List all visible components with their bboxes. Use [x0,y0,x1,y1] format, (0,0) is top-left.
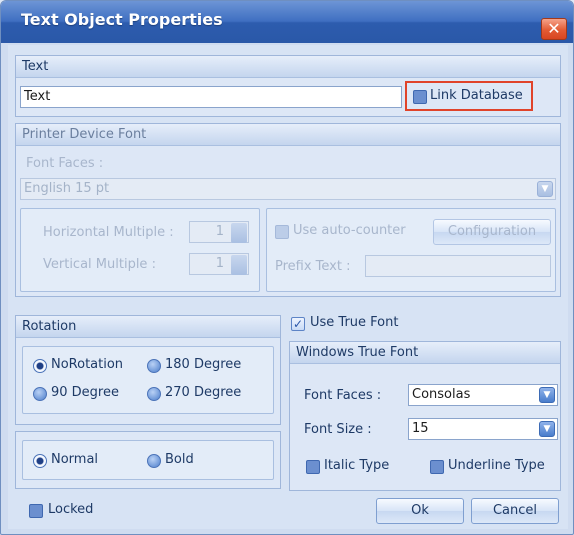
radio-270-degree[interactable] [147,387,161,401]
font-size-select[interactable]: 15 ▼ [408,418,558,440]
multiple-panel: Horizontal Multiple : 1 Vertical Multipl… [20,208,260,292]
horizontal-multiple-spinner[interactable]: 1 [189,221,249,243]
vertical-multiple-label: Vertical Multiple : [43,257,156,272]
link-database-checkbox[interactable] [413,90,427,104]
underline-type-checkbox[interactable] [430,460,444,474]
use-true-font-checkbox[interactable]: ✓ [291,317,305,331]
font-size-label: Font Size : [304,422,372,437]
no-rotation-label: NoRotation [51,357,124,372]
rotation-header: Rotation [16,316,280,338]
rotation-group: Rotation NoRotation 180 Degree 90 Degree… [15,315,281,425]
font-size-value: 15 [412,421,429,436]
true-font-faces-label: Font Faces : [304,388,382,403]
dialog-window: Text Object Properties ✕ Text Text Link … [0,0,574,535]
link-database-label: Link Database [430,88,523,103]
cancel-button[interactable]: Cancel [471,498,559,524]
prefix-text-label: Prefix Text : [275,259,351,274]
printer-font-faces-value: English 15 pt [24,181,110,196]
vertical-multiple-spinner[interactable]: 1 [189,253,249,275]
90-degree-label: 90 Degree [51,385,119,400]
configuration-button[interactable]: Configuration [433,219,551,245]
chevron-down-icon: ▼ [539,387,555,403]
ok-button[interactable]: Ok [376,498,464,524]
locked-label: Locked [48,502,94,517]
rotation-options-panel: NoRotation 180 Degree 90 Degree 270 Degr… [22,346,274,414]
use-auto-counter-label: Use auto-counter [293,223,406,238]
radio-no-rotation[interactable] [33,359,47,373]
radio-bold[interactable] [147,454,161,468]
printer-font-faces-label: Font Faces : [26,156,104,171]
normal-label: Normal [51,452,99,467]
radio-90-degree[interactable] [33,387,47,401]
windows-true-font-header: Windows True Font [290,342,560,364]
radio-normal[interactable] [33,454,47,468]
close-button[interactable]: ✕ [541,18,567,40]
close-icon: ✕ [547,19,561,38]
horizontal-multiple-label: Horizontal Multiple : [43,225,174,240]
bold-label: Bold [165,452,194,467]
text-group: Text Text Link Database [15,55,561,117]
windows-true-font-group: Windows True Font Font Faces : Consolas … [289,341,561,491]
underline-type-label: Underline Type [448,458,545,473]
use-true-font-label: Use True Font [310,315,399,330]
prefix-text-input[interactable] [365,255,551,277]
printer-device-font-header: Printer Device Font [16,124,560,146]
printer-font-faces-select[interactable]: English 15 pt ▼ [20,178,556,200]
chevron-down-icon: ▼ [539,421,555,437]
true-font-faces-select[interactable]: Consolas ▼ [408,384,558,406]
italic-type-label: Italic Type [324,458,390,473]
180-degree-label: 180 Degree [165,357,242,372]
vertical-multiple-value: 1 [215,256,224,271]
locked-checkbox[interactable] [29,504,43,518]
weight-options-panel: Normal Bold [22,440,274,480]
title-bar[interactable]: Text Object Properties ✕ [1,1,573,43]
text-group-header: Text [16,56,560,78]
spinner-arrow-icon[interactable] [231,223,247,243]
text-input[interactable]: Text [20,86,402,108]
radio-180-degree[interactable] [147,359,161,373]
weight-group: Normal Bold [15,431,281,489]
use-auto-counter-checkbox[interactable] [275,225,289,239]
auto-counter-panel: Use auto-counter Configuration Prefix Te… [266,208,556,292]
italic-type-checkbox[interactable] [306,460,320,474]
horizontal-multiple-value: 1 [215,224,224,239]
270-degree-label: 270 Degree [165,385,242,400]
printer-device-font-group: Printer Device Font Font Faces : English… [15,123,561,297]
dialog-body: Text Text Link Database Printer Device F… [8,45,568,529]
spinner-arrow-icon[interactable] [231,255,247,275]
dialog-title: Text Object Properties [21,10,223,29]
true-font-faces-value: Consolas [412,387,471,402]
chevron-down-icon: ▼ [537,181,553,197]
